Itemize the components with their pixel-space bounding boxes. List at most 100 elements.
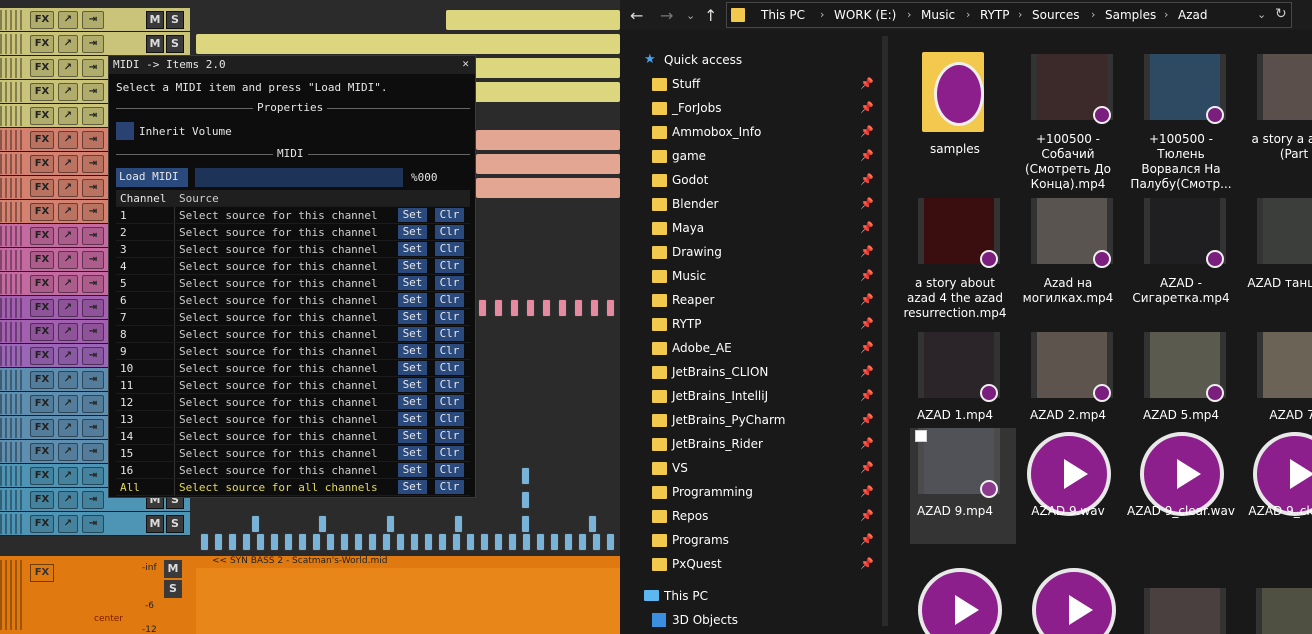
source-cell[interactable]: Select source for this channel: [179, 243, 378, 256]
source-cell[interactable]: Select source for this channel: [179, 226, 378, 239]
up-icon[interactable]: ↑: [704, 6, 717, 25]
routing-icon[interactable]: ⇥: [82, 347, 104, 365]
envelope-icon[interactable]: ↗: [58, 419, 78, 437]
set-button[interactable]: Set: [398, 361, 427, 375]
solo-button[interactable]: S: [164, 580, 182, 598]
source-cell[interactable]: Select source for this channel: [179, 260, 378, 273]
set-button[interactable]: Set: [398, 293, 427, 307]
clear-button[interactable]: Clr: [435, 276, 464, 290]
midi-note[interactable]: [438, 533, 447, 551]
set-button[interactable]: Set: [398, 412, 427, 426]
mute-button[interactable]: M: [146, 35, 164, 53]
media-item[interactable]: [446, 10, 620, 30]
clear-button[interactable]: Clr: [435, 310, 464, 324]
media-item[interactable]: [196, 568, 620, 634]
clear-button[interactable]: Clr: [435, 412, 464, 426]
fx-button[interactable]: FX: [30, 491, 54, 509]
pin-icon[interactable]: 📌: [860, 533, 874, 546]
file-item[interactable]: +100500 - Тюлень Ворвался На Палубу(Смот…: [1126, 48, 1236, 191]
envelope-icon[interactable]: ↗: [58, 107, 78, 125]
midi-note[interactable]: [574, 299, 583, 317]
midi-note[interactable]: [410, 533, 419, 551]
solo-button[interactable]: S: [166, 515, 184, 533]
recent-dropdown-icon[interactable]: ⌄: [686, 9, 695, 22]
fx-button[interactable]: FX: [30, 35, 54, 53]
breadcrumb-item[interactable]: This PC: [761, 8, 805, 22]
media-item[interactable]: [476, 178, 620, 198]
routing-icon[interactable]: ⇥: [82, 35, 104, 53]
envelope-icon[interactable]: ↗: [58, 443, 78, 461]
file-item[interactable]: samples: [900, 48, 1010, 176]
midi-note[interactable]: [480, 533, 489, 551]
routing-icon[interactable]: ⇥: [82, 467, 104, 485]
fx-button[interactable]: FX: [30, 347, 54, 365]
set-button[interactable]: Set: [398, 446, 427, 460]
chevron-down-icon[interactable]: ⌄: [1257, 8, 1266, 21]
midi-note[interactable]: [526, 299, 535, 317]
file-item[interactable]: +100500 - Собачий (Смотреть До Конца).mp…: [1013, 48, 1123, 191]
routing-icon[interactable]: ⇥: [82, 227, 104, 245]
midi-note[interactable]: [564, 533, 573, 551]
fx-button[interactable]: FX: [30, 323, 54, 341]
pin-icon[interactable]: 📌: [860, 125, 874, 138]
fx-button[interactable]: FX: [30, 299, 54, 317]
midi-note[interactable]: [494, 533, 503, 551]
midi-note[interactable]: [242, 533, 251, 551]
pin-icon[interactable]: 📌: [860, 317, 874, 330]
pin-icon[interactable]: 📌: [860, 365, 874, 378]
media-item[interactable]: [476, 154, 620, 174]
sidebar-scrollbar[interactable]: [882, 36, 888, 626]
fx-button[interactable]: FX: [30, 11, 54, 29]
midi-note[interactable]: [521, 467, 530, 485]
clear-button[interactable]: Clr: [435, 242, 464, 256]
envelope-icon[interactable]: ↗: [58, 323, 78, 341]
fx-button[interactable]: FX: [30, 251, 54, 269]
file-item[interactable]: a story a azad (Part: [1239, 48, 1312, 176]
envelope-icon[interactable]: ↗: [58, 251, 78, 269]
source-cell[interactable]: Select source for this channel: [179, 447, 378, 460]
routing-icon[interactable]: ⇥: [82, 251, 104, 269]
set-button[interactable]: Set: [398, 429, 427, 443]
envelope-icon[interactable]: ↗: [58, 299, 78, 317]
pin-icon[interactable]: 📌: [860, 173, 874, 186]
pin-icon[interactable]: 📌: [860, 557, 874, 570]
source-cell[interactable]: Select source for this channel: [179, 413, 378, 426]
breadcrumb-separator-icon[interactable]: ›: [907, 8, 911, 21]
pin-icon[interactable]: 📌: [860, 389, 874, 402]
pin-icon[interactable]: 📌: [860, 149, 874, 162]
pin-icon[interactable]: 📌: [860, 101, 874, 114]
midi-note[interactable]: [270, 533, 279, 551]
routing-icon[interactable]: ⇥: [82, 443, 104, 461]
forward-icon[interactable]: →: [660, 6, 673, 25]
breadcrumb-separator-icon[interactable]: ›: [1164, 8, 1168, 21]
envelope-icon[interactable]: ↗: [58, 395, 78, 413]
set-button[interactable]: Set: [398, 310, 427, 324]
envelope-icon[interactable]: ↗: [58, 467, 78, 485]
fx-button[interactable]: FX: [30, 203, 54, 221]
envelope-icon[interactable]: ↗: [58, 179, 78, 197]
envelope-icon[interactable]: ↗: [58, 203, 78, 221]
routing-icon[interactable]: ⇥: [82, 107, 104, 125]
midi-note[interactable]: [298, 533, 307, 551]
track-header[interactable]: FX↗⇥ MS: [0, 8, 190, 32]
pin-icon[interactable]: 📌: [860, 485, 874, 498]
source-cell[interactable]: Select source for this channel: [179, 209, 378, 222]
breadcrumb-separator-icon[interactable]: ›: [1018, 8, 1022, 21]
midi-note[interactable]: [606, 299, 615, 317]
source-cell[interactable]: Select source for this channel: [179, 379, 378, 392]
set-button[interactable]: Set: [398, 480, 427, 494]
breadcrumb-item[interactable]: RYTP: [980, 8, 1009, 22]
file-item[interactable]: AZAD 9.wav: [1013, 428, 1123, 556]
source-cell[interactable]: Select source for this channel: [179, 464, 378, 477]
midi-note[interactable]: [452, 533, 461, 551]
midi-note[interactable]: [590, 299, 599, 317]
refresh-icon[interactable]: ↻: [1275, 6, 1287, 22]
clear-button[interactable]: Clr: [435, 463, 464, 477]
routing-icon[interactable]: ⇥: [82, 323, 104, 341]
clear-button[interactable]: Clr: [435, 361, 464, 375]
envelope-icon[interactable]: ↗: [58, 515, 78, 533]
set-button[interactable]: Set: [398, 259, 427, 273]
source-cell[interactable]: Select source for all channels: [179, 481, 378, 494]
clear-button[interactable]: Clr: [435, 225, 464, 239]
mute-button[interactable]: M: [164, 560, 182, 578]
